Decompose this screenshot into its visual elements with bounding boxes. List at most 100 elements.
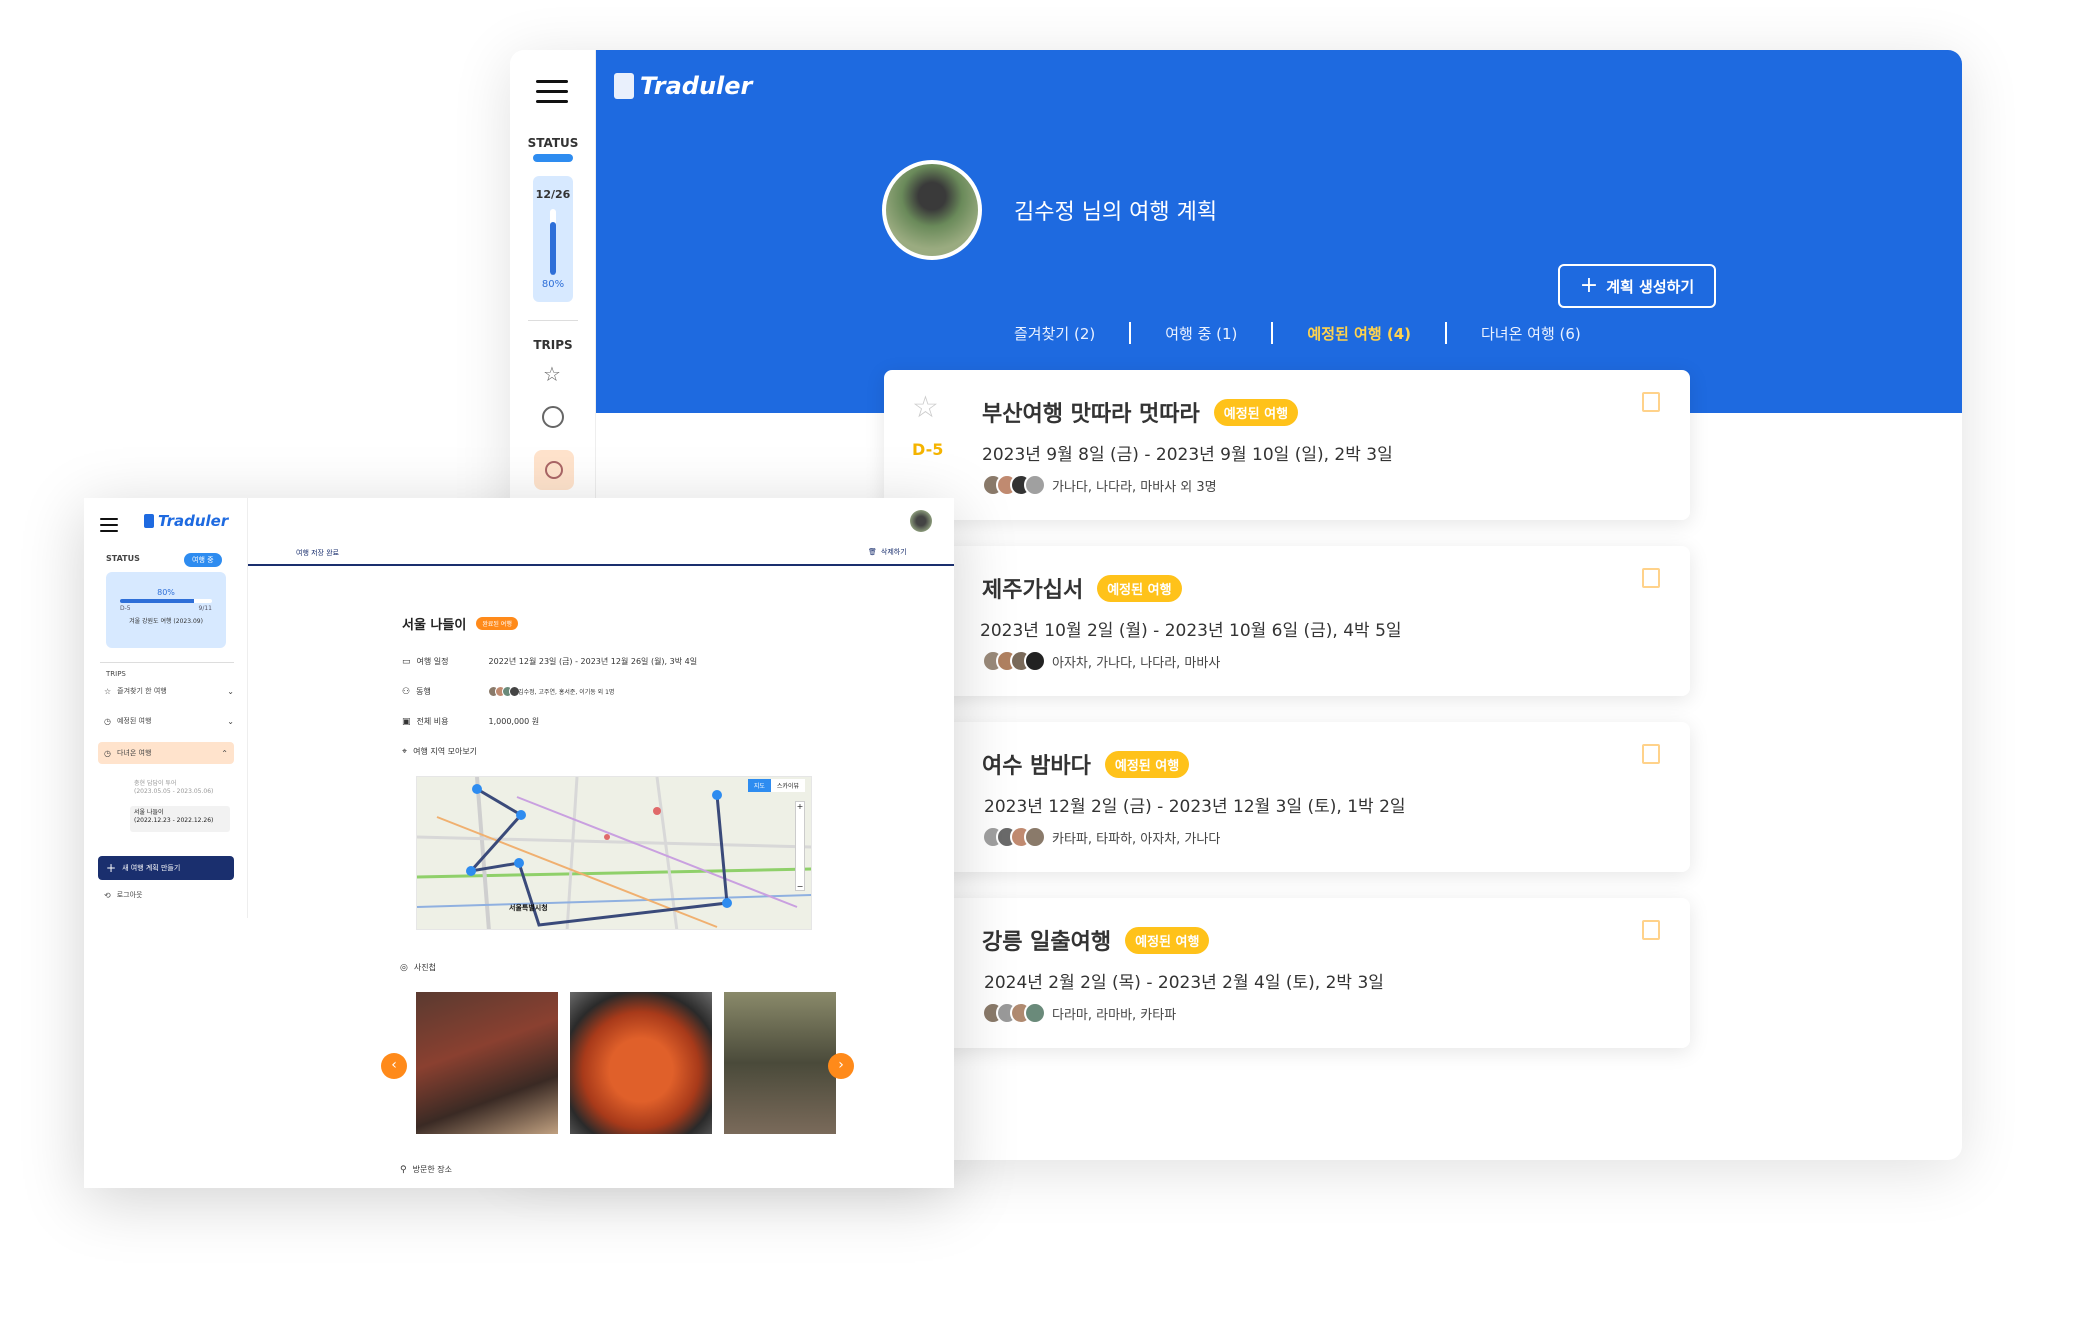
progress-caption: 겨울 강원도 여행 (2023.09) [129, 618, 203, 625]
clock-icon[interactable] [542, 406, 564, 428]
status-label: STATUS [527, 136, 579, 150]
page-title: 김수정 님의 여행 계획 [1014, 200, 1218, 225]
trash-icon[interactable] [1642, 744, 1660, 764]
trash-icon[interactable] [1642, 920, 1660, 940]
history-icon: ◷ [104, 748, 111, 758]
visited-label: 방문한 장소 [412, 1165, 452, 1174]
trash-icon[interactable] [1642, 568, 1660, 588]
map-view-button[interactable]: 지도 [747, 779, 771, 792]
trip-title: 부산여행 맛따라 멋따라 예정된 여행 [982, 396, 1299, 428]
status-card: 80% D-5 9/11 겨울 강원도 여행 (2023.09) [106, 572, 226, 648]
nav-upcoming[interactable]: ◷ 예정된 여행 ⌄ [104, 716, 234, 726]
trip-title-text: 부산여행 맛따라 멋따라 [982, 402, 1200, 427]
member-avatars [982, 650, 1046, 672]
progress-fill [120, 599, 194, 603]
tab-ongoing[interactable]: 여행 중 (1) [1165, 323, 1237, 344]
calendar-icon: ▭ [402, 656, 411, 667]
tab-divider [1445, 322, 1447, 344]
status-badge: 예정된 여행 [1104, 750, 1190, 778]
logo-icon [144, 514, 154, 528]
trip-title: 여수 밤바다 예정된 여행 [982, 748, 1190, 780]
status-card: 12/26 80% [533, 176, 573, 302]
status-badge: 완료된 여행 [476, 617, 518, 630]
trip-dates: 2023년 12월 2일 (금) - 2023년 12월 3일 (토), 1박 … [984, 797, 1406, 817]
location-pin-icon: ⌖ [402, 746, 408, 757]
star-icon[interactable]: ☆ [912, 390, 939, 425]
gallery-prev-button[interactable]: ‹ [381, 1053, 407, 1079]
top-avatar[interactable] [910, 510, 932, 532]
trips-label: TRIPS [106, 670, 126, 678]
trip-members-text: 가나다, 나다라, 마바사 외 3명 [1052, 479, 1217, 495]
map-label: 여행 지역 모아보기 [413, 747, 478, 756]
trip-title: 강릉 일출여행 예정된 여행 [982, 924, 1210, 956]
status-badge: 예정된 여행 [1097, 574, 1182, 602]
logo[interactable]: Traduler [144, 512, 228, 530]
nav-favorites[interactable]: ☆ 즐겨찾기 한 여행 ⌄ [104, 686, 234, 696]
trip-members: 다라마, 라마바, 카타파 [982, 1002, 1176, 1024]
map-place-label: 서울특별시청 [509, 904, 548, 912]
trip-members: 가나다, 나다라, 마바사 외 3명 [982, 474, 1217, 496]
star-list-icon[interactable]: ☆ [543, 362, 561, 386]
create-plan-button[interactable]: + 계획 생성하기 [1558, 264, 1716, 308]
zoom-control[interactable]: + − [795, 801, 805, 891]
logout-button[interactable]: ⟲ 로그아웃 [104, 890, 142, 900]
people-icon: ⚇ [402, 686, 411, 697]
map-heading: ⌖ 여행 지역 모아보기 [402, 746, 477, 757]
trip-title-text: 여수 밤바다 [982, 754, 1091, 779]
delete-button[interactable]: 🗑 삭제하기 [868, 547, 907, 557]
info-label: 전체 비용 [416, 717, 449, 726]
trip-card[interactable]: 3 강릉 일출여행 예정된 여행 2024년 2월 2일 (목) - 2023년… [884, 898, 1690, 1048]
sub-trip-title: 서울 나들이 [134, 809, 164, 816]
delete-label: 삭제하기 [880, 548, 907, 556]
dday-label: D-5 [912, 440, 944, 459]
trip-card[interactable]: 제주가십서 예정된 여행 2023년 10월 2일 (월) - 2023년 10… [884, 546, 1690, 696]
tab-divider [1271, 322, 1274, 344]
new-plan-button[interactable]: + 새 여행 계획 만들기 [98, 856, 234, 880]
photo-palace[interactable] [416, 992, 558, 1134]
map-type-control[interactable]: 지도 스카이뷰 [747, 779, 805, 792]
sub-trip-item[interactable]: 충현 답답이 투어 (2023.05.05 - 2023.05.06) [134, 780, 213, 796]
chevron-down-icon: ⌄ [227, 716, 234, 726]
trash-icon: 🗑 [868, 548, 877, 556]
star-icon: ☆ [104, 686, 112, 696]
trip-dates: 2024년 2월 2일 (목) - 2023년 2월 4일 (토), 2박 3일 [984, 973, 1384, 993]
divider [528, 320, 578, 321]
info-label: 동행 [416, 687, 431, 696]
gallery-label: 사진첩 [413, 963, 436, 972]
photo-street[interactable] [724, 992, 836, 1134]
menu-icon[interactable] [536, 80, 568, 103]
plus-icon: + [106, 861, 117, 875]
sky-view-button[interactable]: 스카이뷰 [770, 779, 805, 792]
progress-fill [550, 222, 556, 275]
sub-trip-item[interactable]: 서울 나들이 (2022.12.23 - 2022.12.26) [130, 806, 230, 832]
map[interactable]: 지도 스카이뷰 서울특별시청 + − [416, 776, 812, 930]
trip-title: 서울 나들이 [402, 618, 467, 633]
history-icon[interactable] [534, 450, 574, 490]
photo-food[interactable] [570, 992, 712, 1134]
wallet-icon: ▣ [402, 716, 411, 727]
create-plan-label: 계획 생성하기 [1606, 277, 1695, 296]
sub-trip-dates: (2023.05.05 - 2023.05.06) [134, 787, 214, 795]
menu-icon[interactable] [100, 518, 118, 532]
logo-text: Traduler [640, 72, 753, 100]
progress-text: 80% [157, 588, 175, 597]
new-plan-label: 새 여행 계획 만들기 [122, 864, 181, 872]
camera-icon: ◎ [400, 962, 408, 973]
trip-card[interactable]: ☆ D-5 부산여행 맛따라 멋따라 예정된 여행 2023년 9월 8일 (금… [884, 370, 1690, 520]
trip-card[interactable]: 5 여수 밤바다 예정된 여행 2023년 12월 2일 (금) - 2023년… [884, 722, 1690, 872]
sub-trip-dates: (2022.12.23 - 2022.12.26) [134, 816, 214, 824]
logo-text: Traduler [158, 512, 229, 530]
tab-favorites[interactable]: 즐겨찾기 (2) [1014, 323, 1095, 344]
trip-members-text: 다라마, 라마바, 카타파 [1052, 1007, 1177, 1023]
nav-past-label: 다녀온 여행 [116, 749, 152, 757]
tab-upcoming[interactable]: 예정된 여행 (4) [1307, 323, 1411, 344]
logo[interactable]: Traduler [614, 72, 752, 100]
nav-past[interactable]: ◷ 다녀온 여행 ⌃ [98, 742, 234, 764]
info-row: ▣ 전체 비용 1,000,000 원 [402, 716, 539, 727]
trips-label: TRIPS [533, 338, 573, 352]
trash-icon[interactable] [1642, 392, 1660, 412]
gallery-next-button[interactable]: › [828, 1053, 854, 1079]
info-row: ⚇ 동행 김수정, 고주연, 홍서준, 이기동 외 1명 [402, 686, 614, 697]
tab-past[interactable]: 다녀온 여행 (6) [1481, 323, 1581, 344]
trip-title-text: 제주가십서 [982, 578, 1084, 603]
